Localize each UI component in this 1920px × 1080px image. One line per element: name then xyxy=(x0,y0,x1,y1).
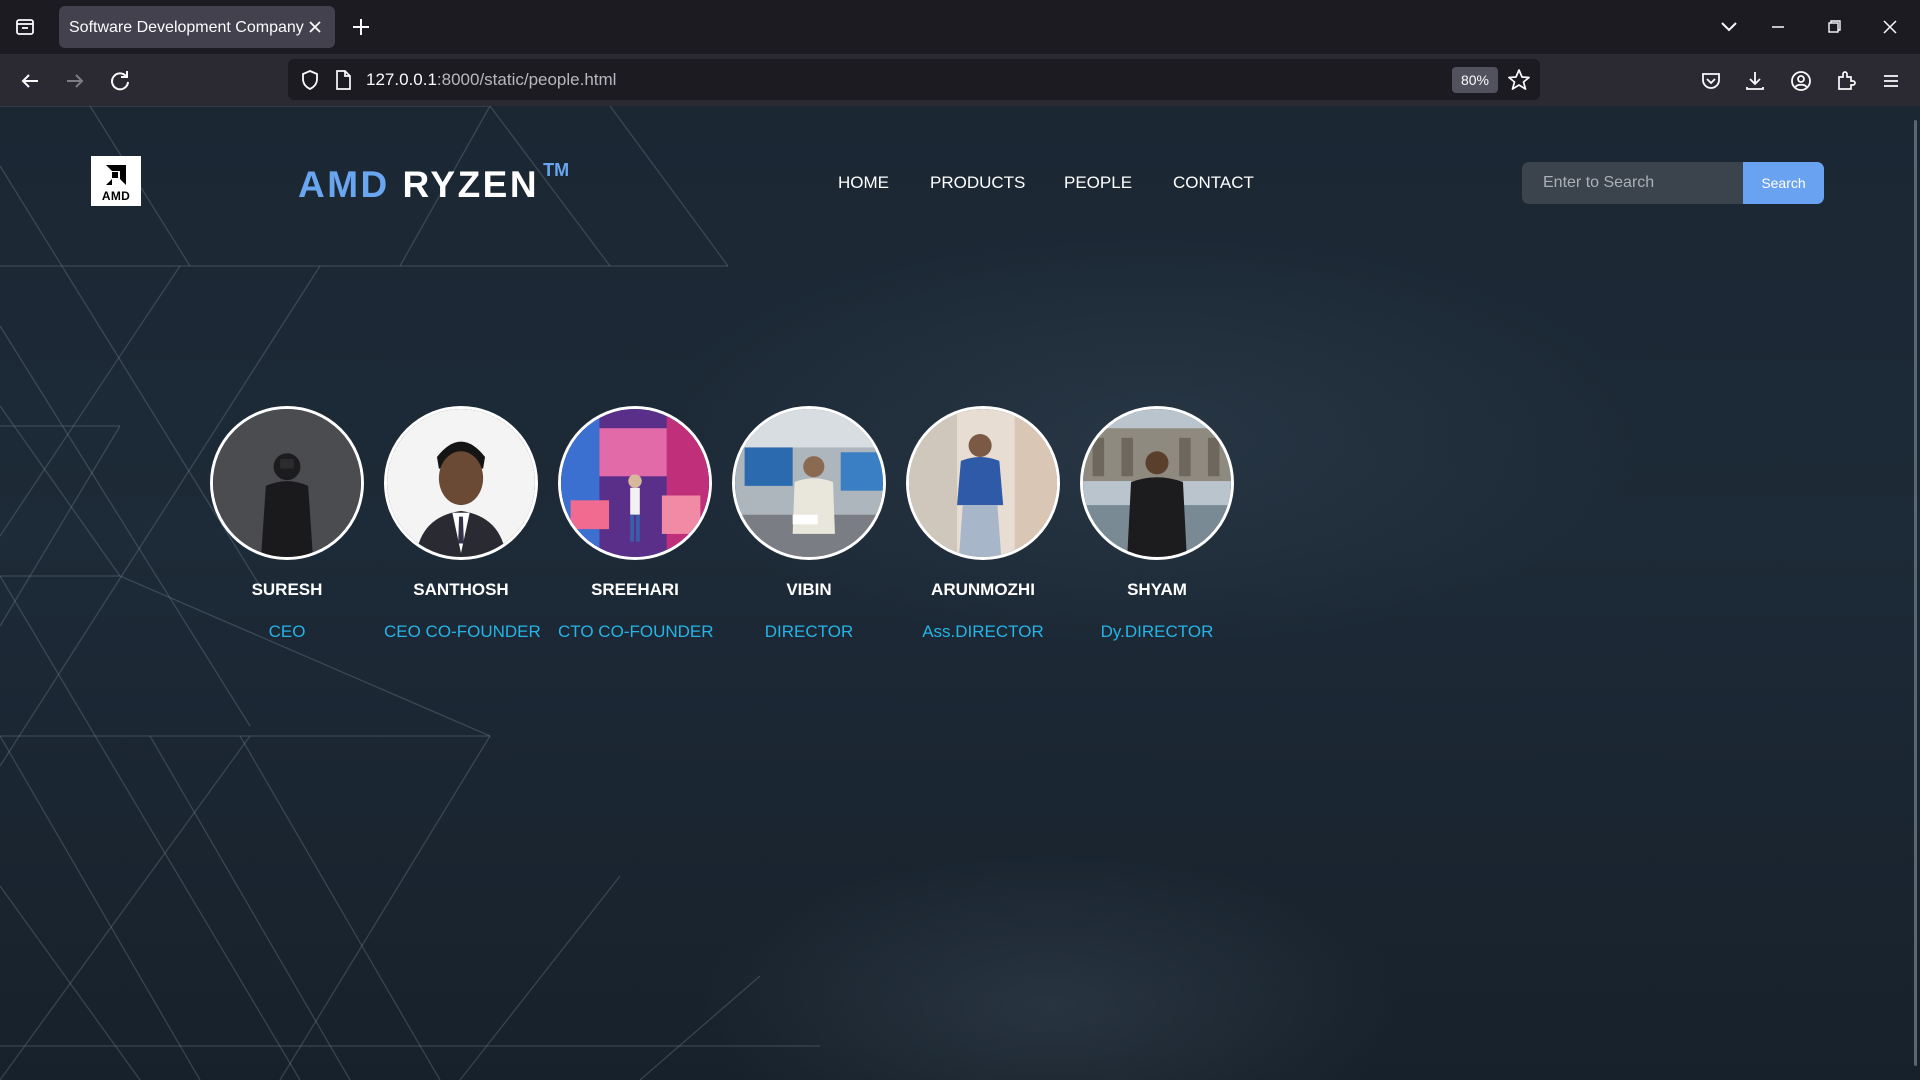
person-card: SREEHARI CTO CO-FOUNDER xyxy=(558,406,714,642)
tab-title: Software Development Company xyxy=(69,19,304,36)
zoom-level-badge[interactable]: 80% xyxy=(1452,67,1498,93)
person-name: SANTHOSH xyxy=(413,580,509,599)
back-arrow-icon[interactable] xyxy=(15,66,45,96)
window-close-icon[interactable] xyxy=(1875,13,1905,41)
menu-hamburger-icon[interactable] xyxy=(1876,66,1906,96)
person-role: DIRECTOR xyxy=(764,622,854,641)
brand-part-amd: AMD xyxy=(298,164,390,205)
avatar xyxy=(558,406,712,560)
address-bar[interactable]: 127.0.0.1:8000/static/people.html 80% xyxy=(288,59,1540,100)
scrollbar[interactable] xyxy=(1908,106,1920,1080)
person-role: CEO xyxy=(268,622,306,641)
brand-trademark: TM xyxy=(543,159,570,180)
logo-text: AMD xyxy=(101,189,131,203)
nav-home[interactable]: HOME xyxy=(838,173,889,193)
brand-part-ryzen: RYZEN xyxy=(402,164,540,205)
extensions-icon[interactable] xyxy=(1831,66,1861,96)
url-path: :8000/static/people.html xyxy=(436,70,617,89)
people-list: SURESH CEO SANTHOSH CEO CO-FOUNDER SREEH… xyxy=(210,406,1234,642)
person-card: SURESH CEO xyxy=(210,406,364,642)
person-role: CTO CO-FOUNDER xyxy=(558,622,714,641)
avatar xyxy=(210,406,364,560)
search-button[interactable]: Search xyxy=(1743,162,1824,204)
minimize-icon[interactable] xyxy=(1763,13,1793,41)
account-icon[interactable] xyxy=(1786,66,1816,96)
person-name: SREEHARI xyxy=(591,580,679,599)
page-viewport: AMD AMD RYZEN TM HOME PRODUCTS PEOPLE CON… xyxy=(0,106,1920,1080)
forward-arrow-icon[interactable] xyxy=(60,66,90,96)
person-role: CEO CO-FOUNDER xyxy=(384,622,541,641)
nav-products[interactable]: PRODUCTS xyxy=(930,173,1025,193)
url-text[interactable]: 127.0.0.1:8000/static/people.html xyxy=(366,70,616,90)
plus-icon[interactable] xyxy=(347,13,375,41)
url-host: 127.0.0.1 xyxy=(366,70,437,89)
close-icon[interactable] xyxy=(305,17,325,37)
person-card: SANTHOSH CEO CO-FOUNDER xyxy=(384,406,541,642)
person-name: ARUNMOZHI xyxy=(931,580,1035,599)
shield-icon[interactable] xyxy=(298,68,322,92)
person-card: VIBIN DIRECTOR xyxy=(732,406,886,642)
reload-icon[interactable] xyxy=(105,66,135,96)
avatar xyxy=(732,406,886,560)
pocket-icon[interactable] xyxy=(1696,66,1726,96)
nav-contact[interactable]: CONTACT xyxy=(1173,173,1254,193)
download-icon[interactable] xyxy=(1740,66,1770,96)
restore-icon[interactable] xyxy=(1819,13,1849,41)
person-name: SURESH xyxy=(251,580,323,599)
search-input[interactable] xyxy=(1522,162,1743,204)
chevron-down-icon[interactable] xyxy=(1714,13,1744,41)
amd-arrow-icon xyxy=(106,165,126,185)
person-name: VIBIN xyxy=(786,580,832,599)
nav-people[interactable]: PEOPLE xyxy=(1064,173,1132,193)
browser-tab-strip: Software Development Company xyxy=(0,0,1920,54)
page-icon[interactable] xyxy=(332,68,354,92)
brand-title: AMD RYZEN TM xyxy=(298,160,569,206)
tab-list-icon[interactable] xyxy=(10,12,40,42)
star-icon[interactable] xyxy=(1506,67,1532,93)
person-role: Ass.DIRECTOR xyxy=(922,622,1044,641)
person-card: SHYAM Dy.DIRECTOR xyxy=(1080,406,1234,642)
browser-nav-bar: 127.0.0.1:8000/static/people.html 80% xyxy=(0,54,1920,106)
person-name: SHYAM xyxy=(1127,580,1187,599)
avatar xyxy=(1080,406,1234,560)
scrollbar-thumb[interactable] xyxy=(1914,120,1917,1066)
person-role: Dy.DIRECTOR xyxy=(1100,622,1214,641)
person-card: ARUNMOZHI Ass.DIRECTOR xyxy=(906,406,1060,642)
avatar xyxy=(384,406,538,560)
avatar xyxy=(906,406,1060,560)
amd-logo[interactable]: AMD xyxy=(91,156,141,206)
browser-tab-active[interactable]: Software Development Company xyxy=(59,6,335,48)
